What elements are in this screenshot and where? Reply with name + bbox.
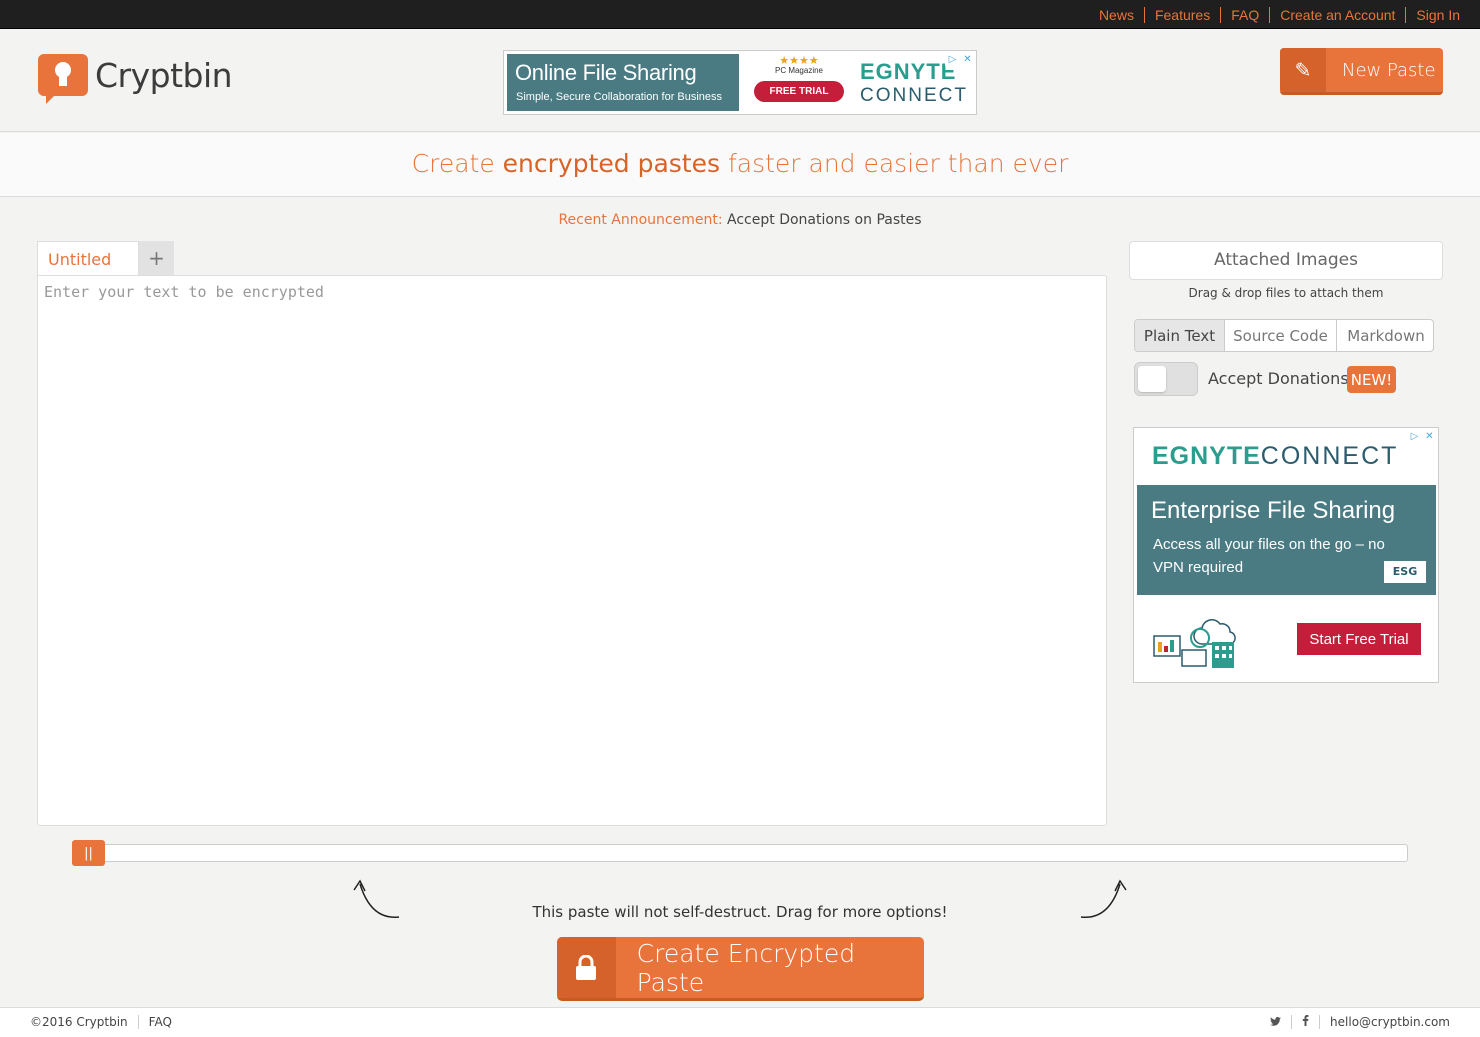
nav-faq[interactable]: FAQ [1220, 6, 1269, 23]
announcement-link[interactable]: Accept Donations on Pastes [723, 212, 922, 228]
format-markdown[interactable]: Markdown [1336, 320, 1433, 351]
new-paste-label: New Paste [1342, 59, 1436, 81]
ad-rating: ★★★★ PC Magazine FREE TRIAL [754, 55, 844, 102]
cloud-network-icon [1153, 619, 1236, 668]
ad-brand-a: EGNYTE [1152, 442, 1261, 470]
ad-trial-button[interactable]: FREE TRIAL [754, 81, 844, 102]
ad-controls: ▷ ✕ [1407, 429, 1437, 443]
ad-left-panel: Online File Sharing Simple, Secure Colla… [507, 54, 739, 111]
attached-images-dropzone[interactable]: Attached Images [1129, 241, 1443, 280]
plus-icon[interactable]: + [139, 241, 174, 275]
nav-sign-in[interactable]: Sign In [1405, 6, 1470, 23]
ad-controls: ▷ ✕ [945, 52, 975, 66]
toggle-knob [1138, 366, 1166, 392]
top-bar: News Features FAQ Create an Account Sign… [0, 0, 1480, 29]
donations-label: Accept Donations [1208, 369, 1349, 388]
ad-panel: Enterprise File Sharing Access all your … [1137, 485, 1436, 595]
create-encrypted-paste-button[interactable]: Create Encrypted Paste [557, 937, 924, 1001]
nav-news[interactable]: News [1089, 7, 1144, 23]
nav-create-account[interactable]: Create an Account [1269, 6, 1405, 23]
announcement-key: Recent Announcement: [558, 212, 723, 228]
twitter-icon[interactable] [1260, 1015, 1291, 1029]
paste-editor[interactable] [37, 275, 1107, 826]
ad-magazine: PC Magazine [774, 66, 824, 75]
footer-left: ©2016 Cryptbin FAQ [30, 1015, 182, 1029]
footer: ©2016 Cryptbin FAQ hello@cryptbin.com [0, 1007, 1480, 1037]
tagline: Create encrypted pastes faster and easie… [0, 149, 1480, 178]
tab-untitled[interactable]: Untitled [37, 241, 139, 276]
ad-cta-button[interactable]: Start Free Trial [1297, 623, 1421, 655]
footer-copyright: ©2016 Cryptbin [30, 1015, 128, 1029]
ad-brand-b: CONNECT [1260, 442, 1399, 470]
top-nav: News Features FAQ Create an Account Sign… [1089, 0, 1470, 29]
tagline-post: faster and easier than ever [720, 149, 1069, 178]
top-banner-ad[interactable]: Online File Sharing Simple, Secure Colla… [503, 50, 977, 115]
expire-slider-handle[interactable]: || [72, 840, 105, 866]
paste-tabs: Untitled + [37, 241, 174, 276]
header: Cryptbin Online File Sharing Simple, Sec… [0, 29, 1480, 132]
new-paste-button[interactable]: ✎ New Paste [1280, 48, 1443, 95]
tagline-band: Create encrypted pastes faster and easie… [0, 133, 1480, 197]
ad-brand: EGNYTE CONNECT [860, 59, 968, 107]
format-source-code[interactable]: Source Code [1224, 320, 1336, 351]
ad-title: Online File Sharing [515, 60, 697, 85]
logo-text: Cryptbin [95, 55, 233, 95]
ad-brand-b: CONNECT [860, 85, 968, 106]
facebook-icon[interactable] [1291, 1015, 1319, 1029]
ad-choices-icon[interactable]: ▷ [1407, 429, 1422, 443]
footer-right: hello@cryptbin.com [1260, 1015, 1460, 1029]
announcement: Recent Announcement: Accept Donations on… [0, 212, 1480, 228]
lock-icon [557, 937, 616, 998]
ad-headline: Enterprise File Sharing [1151, 497, 1396, 524]
ad-badge: ESG [1384, 561, 1426, 583]
ad-choices-icon[interactable]: ▷ [945, 52, 960, 66]
create-label: Create Encrypted Paste [636, 938, 856, 997]
sidebar-ad[interactable]: ▷ ✕ EGNYTECONNECT Enterprise File Sharin… [1133, 427, 1439, 683]
star-icons: ★★★★ [779, 54, 819, 67]
close-icon[interactable]: ✕ [960, 52, 975, 66]
logo-icon [38, 54, 88, 104]
ad-body: Access all your files on the go – no VPN… [1153, 536, 1385, 576]
footer-faq[interactable]: FAQ [137, 1015, 182, 1029]
logo[interactable]: Cryptbin [38, 54, 233, 104]
attach-hint: Drag & drop files to attach them [1188, 286, 1384, 300]
ad-brand: EGNYTECONNECT [1152, 442, 1398, 471]
format-plain-text[interactable]: Plain Text [1135, 320, 1224, 351]
expire-message: This paste will not self-destruct. Drag … [532, 903, 948, 921]
ad-subtitle: Simple, Secure Collaboration for Busines… [516, 91, 723, 103]
format-selector: Plain Text Source Code Markdown [1134, 319, 1434, 352]
new-badge: NEW! [1347, 366, 1396, 393]
tagline-pre: Create [411, 149, 503, 178]
expire-slider-track[interactable] [72, 844, 1408, 862]
tagline-emphasis: encrypted pastes [502, 149, 720, 178]
donations-toggle[interactable] [1134, 362, 1198, 396]
close-icon[interactable]: ✕ [1422, 429, 1437, 443]
nav-features[interactable]: Features [1143, 6, 1220, 23]
footer-email[interactable]: hello@cryptbin.com [1319, 1015, 1460, 1029]
pencil-icon: ✎ [1280, 48, 1326, 92]
